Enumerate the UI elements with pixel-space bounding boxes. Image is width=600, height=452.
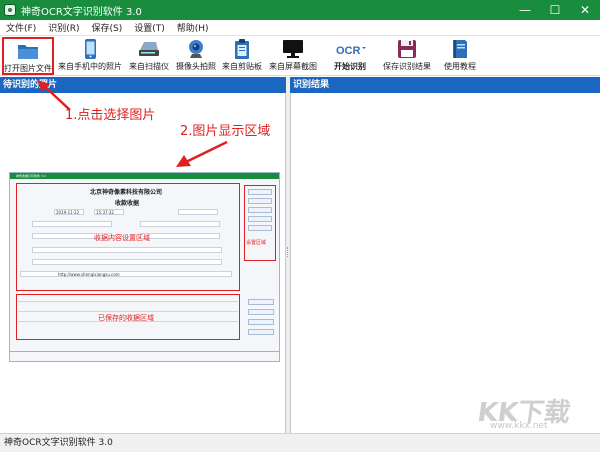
preview-field-5 — [32, 247, 222, 253]
menu-recognize[interactable]: 识别(R) — [42, 21, 85, 34]
right-panel-header: 识别结果 — [290, 77, 600, 93]
webcam-label: 摄像头拍照 — [176, 62, 216, 71]
screen-capture-button[interactable]: 来自屏幕截图 — [266, 37, 320, 75]
loaded-image: 神奇收据打印软件 3.0 北京神奇像素科技有限公司 收款收据 2019-11-2… — [9, 172, 280, 362]
from-phone-label: 来自手机中的照片 — [58, 62, 122, 71]
preview-doc-title: 收款收据 — [115, 200, 140, 207]
splitter-grip-icon — [287, 247, 289, 257]
phone-icon — [78, 38, 102, 60]
open-image-label: 打开图片文件 — [4, 64, 52, 73]
book-icon — [448, 38, 472, 60]
menu-settings[interactable]: 设置(T) — [128, 21, 171, 34]
menu-help[interactable]: 帮助(H) — [171, 21, 215, 34]
preview-side-btn-6 — [248, 299, 274, 305]
webcam-icon — [184, 38, 208, 60]
preview-settings-label: 设置区域 — [246, 240, 267, 246]
preview-side-btn-4 — [248, 216, 272, 222]
preview-company: 北京神奇像素科技有限公司 — [90, 189, 163, 196]
from-scanner-button[interactable]: 来自扫描仪 — [126, 37, 172, 75]
save-result-button[interactable]: 保存识别结果 — [380, 37, 434, 75]
annotation-arrow-1 — [37, 80, 71, 111]
preview-side-btn-1 — [248, 189, 272, 195]
from-phone-button[interactable]: 来自手机中的照片 — [57, 37, 123, 75]
maximize-button[interactable]: ☐ — [540, 0, 570, 20]
screen-capture-label: 来自屏幕截图 — [269, 62, 317, 71]
folder-icon — [16, 40, 40, 62]
preview-side-btn-5 — [248, 225, 272, 231]
preview-url: http://www.shenqixiangsu.com — [58, 272, 120, 277]
preview-content-label: 收据内容设置区域 — [94, 234, 150, 242]
recognition-result-panel[interactable] — [290, 93, 600, 433]
preview-side-btn-3 — [248, 207, 272, 213]
preview-side-btn-2 — [248, 198, 272, 204]
minimize-button[interactable]: — — [510, 0, 540, 20]
app-logo-icon — [4, 4, 16, 16]
clipboard-icon — [230, 38, 254, 60]
tutorial-button[interactable]: 使用教程 — [440, 37, 480, 75]
menu-file[interactable]: 文件(F) — [0, 21, 42, 34]
preview-field-2 — [140, 221, 220, 227]
preview-field-1 — [32, 221, 112, 227]
watermark-url: www.kkx.net — [490, 421, 548, 431]
menu-bar: 文件(F) 识别(R) 保存(S) 设置(T) 帮助(H) — [0, 20, 600, 36]
preview-statusbar-line — [10, 351, 279, 352]
menu-save[interactable]: 保存(S) — [85, 21, 128, 34]
preview-time: 15:37:32 — [96, 210, 114, 215]
status-bar: 神奇OCR文字识别软件 3.0 — [0, 433, 600, 452]
start-recognition-button[interactable]: OCR 开始识别 — [330, 37, 370, 75]
window-controls: — ☐ ✕ — [510, 0, 600, 20]
monitor-icon — [281, 38, 305, 60]
preview-table-header-line — [18, 301, 238, 302]
annotation-step2: 2.图片显示区域 — [180, 124, 271, 139]
title-bar: 神奇OCR文字识别软件 3.0 — ☐ ✕ — [0, 0, 600, 20]
from-clipboard-label: 来自剪贴板 — [222, 62, 262, 71]
ocr-icon-text: OCR — [336, 45, 361, 57]
preview-side-btn-7 — [248, 309, 274, 315]
preview-url-field — [20, 271, 232, 277]
preview-side-btn-9 — [248, 329, 274, 335]
settings-area-box — [244, 185, 276, 261]
preview-field-6 — [32, 259, 222, 265]
scanner-icon — [137, 38, 161, 60]
preview-date: 2019-11-22 — [56, 210, 80, 215]
ocr-icon: OCR — [333, 38, 367, 60]
preview-field-4 — [140, 233, 220, 239]
window-title: 神奇OCR文字识别软件 3.0 — [21, 6, 142, 18]
tutorial-label: 使用教程 — [444, 62, 476, 71]
toolbar: 打开图片文件 来自手机中的照片 来自扫描仪 摄像头拍照 来自剪贴板 来自屏幕截图… — [0, 36, 600, 76]
webcam-button[interactable]: 摄像头拍照 — [174, 37, 218, 75]
close-button[interactable]: ✕ — [570, 0, 600, 20]
save-icon — [395, 38, 419, 60]
save-result-label: 保存识别结果 — [383, 62, 431, 71]
preview-window-title: 神奇收据打印软件 3.0 — [10, 173, 279, 179]
preview-no-field — [178, 209, 218, 215]
preview-table-line-1 — [18, 311, 238, 312]
annotation-arrow-2 — [176, 140, 228, 167]
preview-side-btn-8 — [248, 319, 274, 325]
start-recognition-label: 开始识别 — [334, 62, 366, 71]
from-scanner-label: 来自扫描仪 — [129, 62, 169, 71]
from-clipboard-button[interactable]: 来自剪贴板 — [220, 37, 264, 75]
open-image-button[interactable]: 打开图片文件 — [2, 37, 54, 75]
annotation-step1: 1.点击选择图片 — [65, 108, 156, 123]
preview-saved-label: 已保存的收据区域 — [98, 314, 154, 322]
